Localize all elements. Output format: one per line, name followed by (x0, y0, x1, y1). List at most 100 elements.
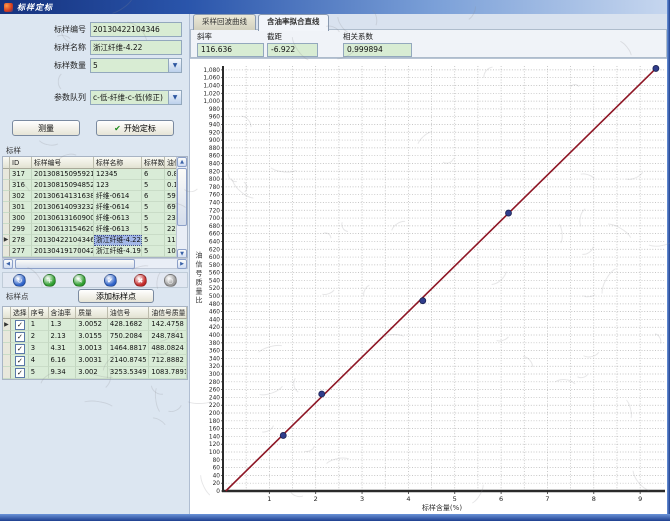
svg-text:760: 760 (209, 193, 220, 199)
add-button[interactable]: + (43, 274, 56, 287)
column-header[interactable]: 标样数量 (142, 157, 165, 169)
correlation-label: 相关系数 (343, 31, 412, 42)
cell: 2140.8745 (108, 355, 150, 367)
refresh-button[interactable]: ↻ (13, 274, 26, 287)
samples-table: ID标样编号标样名称标样数量油信号31720130815095921123456… (2, 156, 188, 258)
cell: 3253.5349 (108, 367, 150, 379)
svg-text:260: 260 (209, 388, 220, 394)
svg-text:840: 840 (209, 161, 220, 167)
cell: 123 (94, 180, 142, 191)
row-indicator (3, 246, 10, 257)
table-row[interactable]: 317201308150959211234560.8 (3, 169, 187, 180)
measure-button[interactable]: 测量 (12, 120, 80, 136)
scroll-thumb[interactable] (15, 259, 135, 269)
svg-text:800: 800 (209, 177, 220, 183)
table-row[interactable]: ▶27820130422104346浙江纤维-4.22511 (3, 235, 187, 246)
column-header[interactable]: 序号 (29, 307, 49, 319)
svg-text:700: 700 (209, 216, 220, 222)
tab-fit-line[interactable]: 含油率拟合直线 (258, 14, 329, 31)
slope-value[interactable]: 116.636 (197, 43, 264, 57)
start-calibration-button[interactable]: ✔ 开始定标 (96, 120, 174, 136)
table-row[interactable]: 30020130613160900纤维-0613523 (3, 213, 187, 224)
column-header[interactable]: 含油率 (49, 307, 77, 319)
tab-bar: 采样回波曲线含油率拟合直线 (193, 14, 329, 30)
svg-text:740: 740 (209, 200, 220, 206)
row-checkbox[interactable]: ✓ (15, 344, 25, 354)
table-row[interactable]: ▶✓11.33.0052428.1682142.4758 (3, 319, 187, 331)
svg-text:20: 20 (213, 481, 221, 487)
scroll-up-icon[interactable]: ▲ (177, 157, 187, 167)
samples-vscrollbar[interactable]: ▲▼ (176, 157, 187, 258)
samples-hscrollbar[interactable]: ◀ ▶ (2, 258, 188, 269)
scroll-right-icon[interactable]: ▶ (177, 259, 187, 269)
cell: 浙江纤维-4.22 (94, 235, 142, 246)
column-header[interactable]: 标样编号 (32, 157, 94, 169)
table-row[interactable]: ✓22.133.0155750.2084248.7841 (3, 331, 187, 343)
svg-text:940: 940 (209, 122, 220, 128)
table-row[interactable]: 30120130614093232纤维-0614569 (3, 202, 187, 213)
slope-label: 斜率 (197, 31, 264, 42)
param-queue-field: 参数队列c-低-纤维-c-低(修正)▼ (8, 90, 182, 105)
cell: 4.31 (49, 343, 77, 355)
row-checkbox[interactable]: ✓ (15, 368, 25, 378)
column-header[interactable]: 质量 (76, 307, 108, 319)
table-row[interactable]: 27720130419170042浙江纤维-4.19510 (3, 246, 187, 257)
param-queue-field-value[interactable]: c-低-纤维-c-低(修正)▼ (90, 90, 182, 105)
table-row[interactable]: 3162013081509485212350.1 (3, 180, 187, 191)
column-header[interactable]: 标样名称 (94, 157, 142, 169)
scroll-left-icon[interactable]: ◀ (3, 259, 13, 269)
column-header[interactable]: ID (10, 157, 32, 169)
cell: 428.1682 (108, 319, 150, 331)
cell: 3.0013 (76, 343, 108, 355)
cell: 277 (10, 246, 32, 257)
svg-text:580: 580 (209, 263, 220, 269)
row-checkbox[interactable]: ✓ (15, 320, 25, 330)
delete-button[interactable]: ✖ (134, 274, 147, 287)
correlation-stat: 相关系数0.999894 (343, 31, 412, 57)
svg-text:440: 440 (209, 317, 220, 323)
scroll-thumb[interactable] (177, 168, 187, 226)
table-row[interactable]: ✓34.313.00131464.8817488.0824 (3, 343, 187, 355)
row-indicator (3, 367, 11, 379)
row-checkbox[interactable]: ✓ (15, 356, 25, 366)
add-point-button[interactable]: 添加标样点 (78, 289, 154, 303)
tab-echo-curve[interactable]: 采样回波曲线 (193, 14, 256, 30)
sample-id-field-value[interactable]: 20130422104346 (90, 22, 182, 37)
svg-text:1,020: 1,020 (203, 91, 220, 97)
row-indicator (3, 169, 10, 180)
chevron-down-icon[interactable]: ▼ (168, 91, 181, 104)
sample-name-field-value[interactable]: 浙江纤维-4.22 (90, 40, 182, 55)
cell: 316 (10, 180, 32, 191)
table-row[interactable]: 30220130614131638纤维-0614659 (3, 191, 187, 202)
column-header[interactable]: 选择 (11, 307, 29, 319)
svg-text:320: 320 (209, 364, 220, 370)
column-header[interactable]: 油信号 (108, 307, 150, 319)
column-header[interactable]: 油信号质量比 (149, 307, 187, 319)
table-row[interactable]: 29920130613154620纤维-0613522 (3, 224, 187, 235)
points-header-row: 选择序号含油率质量油信号油信号质量比 (3, 307, 187, 319)
svg-text:680: 680 (209, 224, 220, 230)
app-icon (4, 3, 13, 12)
cancel-button: ○ (164, 274, 177, 287)
cell: 4 (29, 355, 49, 367)
cell: 5 (142, 246, 165, 257)
sample-count-field-value[interactable]: 5▼ (90, 58, 182, 73)
edit-button[interactable]: ✎ (73, 274, 86, 287)
intercept-value[interactable]: -6.922 (267, 43, 318, 57)
row-checkbox[interactable]: ✓ (15, 332, 25, 342)
row-indicator (3, 191, 10, 202)
correlation-value[interactable]: 0.999894 (343, 43, 412, 57)
stats-panel: 斜率116.636截距-6.922相关系数0.999894 (190, 29, 667, 58)
window-title: 标样定标 (17, 2, 53, 13)
save-button[interactable]: ✔ (104, 274, 117, 287)
table-row[interactable]: ✓59.343.0023253.53491083.7891 (3, 367, 187, 379)
row-indicator-header[interactable] (3, 157, 10, 169)
svg-text:120: 120 (209, 442, 220, 448)
svg-text:560: 560 (209, 271, 220, 277)
row-indicator-header[interactable] (3, 307, 11, 319)
table-row[interactable]: ✓46.163.00312140.8745712.8882 (3, 355, 187, 367)
svg-text:860: 860 (209, 154, 220, 160)
chevron-down-icon[interactable]: ▼ (168, 59, 181, 72)
svg-text:240: 240 (209, 395, 220, 401)
scroll-down-icon[interactable]: ▼ (177, 249, 187, 258)
